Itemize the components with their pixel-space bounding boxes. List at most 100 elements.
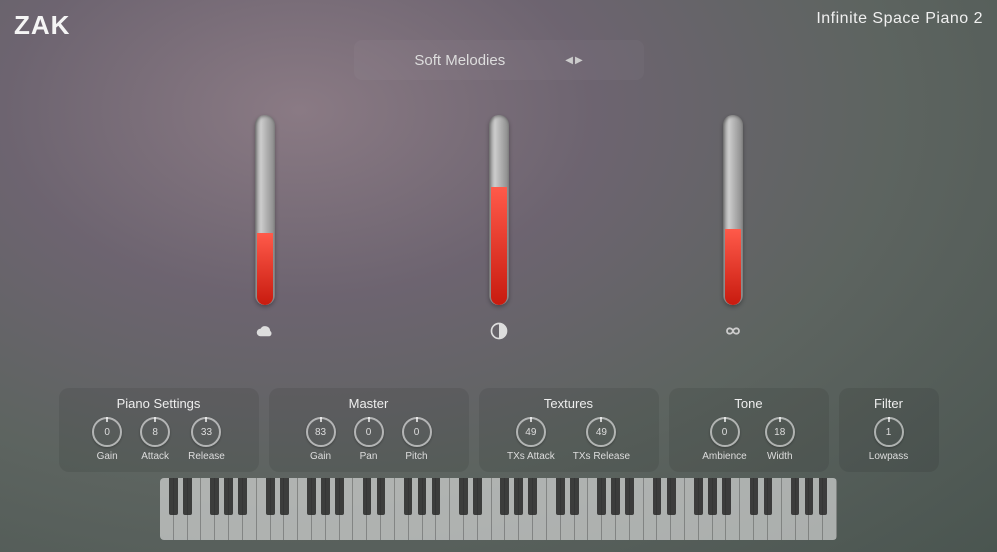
octave[interactable]	[547, 478, 644, 540]
white-key[interactable]	[381, 478, 395, 540]
white-key[interactable]	[519, 478, 533, 540]
knob-txs-release[interactable]: 49	[586, 417, 616, 447]
meter-slider-contrast[interactable]	[489, 115, 509, 305]
white-key[interactable]	[575, 478, 589, 540]
white-key[interactable]	[340, 478, 354, 540]
white-key[interactable]	[326, 478, 340, 540]
white-key[interactable]	[284, 478, 298, 540]
white-key[interactable]	[671, 478, 685, 540]
white-key[interactable]	[174, 478, 188, 540]
preset-name: Soft Melodies	[414, 52, 505, 69]
white-key[interactable]	[809, 478, 823, 540]
prev-preset-icon[interactable]: ◀	[565, 55, 573, 66]
white-key[interactable]	[533, 478, 547, 540]
knob-gain[interactable]: 0	[92, 417, 122, 447]
knob-label: Gain	[97, 451, 118, 462]
meter-fill	[257, 233, 273, 305]
knob-label: TXs Attack	[507, 451, 555, 462]
knob-width[interactable]: 18	[765, 417, 795, 447]
piano-keyboard[interactable]	[160, 478, 837, 540]
white-key[interactable]	[188, 478, 202, 540]
white-key[interactable]	[754, 478, 768, 540]
octave[interactable]	[257, 478, 354, 540]
white-key[interactable]	[602, 478, 616, 540]
knob-attack[interactable]: 8	[140, 417, 170, 447]
knob-label: Pitch	[405, 451, 427, 462]
octave[interactable]	[644, 478, 741, 540]
white-key[interactable]	[409, 478, 423, 540]
white-key[interactable]	[215, 478, 229, 540]
meter-infinity	[721, 115, 745, 343]
white-key[interactable]	[713, 478, 727, 540]
panel-title: Piano Settings	[117, 396, 201, 411]
next-preset-icon[interactable]: ▶	[575, 55, 583, 66]
white-key[interactable]	[740, 478, 754, 540]
white-key[interactable]	[616, 478, 630, 540]
white-key[interactable]	[768, 478, 782, 540]
white-key[interactable]	[436, 478, 450, 540]
white-key[interactable]	[353, 478, 367, 540]
white-key[interactable]	[782, 478, 796, 540]
white-key[interactable]	[644, 478, 658, 540]
white-key[interactable]	[657, 478, 671, 540]
product-title: Infinite Space Piano 2	[816, 10, 983, 28]
white-key[interactable]	[257, 478, 271, 540]
white-key[interactable]	[312, 478, 326, 540]
preset-selector[interactable]: Soft Melodies ◀ ▶	[354, 40, 644, 80]
white-key[interactable]	[464, 478, 478, 540]
knob-release[interactable]: 33	[191, 417, 221, 447]
panel-title: Filter	[874, 396, 903, 411]
meter-slider-infinity[interactable]	[723, 115, 743, 305]
control-panels: Piano Settings 0 Gain 8 Attack 33 Release M…	[40, 388, 957, 472]
white-key[interactable]	[271, 478, 285, 540]
knob-txs-attack[interactable]: 49	[516, 417, 546, 447]
white-key[interactable]	[726, 478, 740, 540]
white-key[interactable]	[796, 478, 810, 540]
white-key[interactable]	[561, 478, 575, 540]
panel-filter: Filter 1 Lowpass	[839, 388, 939, 472]
knob-label: Attack	[141, 451, 169, 462]
panel-title: Master	[349, 396, 389, 411]
contrast-icon	[487, 319, 511, 343]
knob-label: Width	[767, 451, 793, 462]
white-key[interactable]	[201, 478, 215, 540]
white-key[interactable]	[588, 478, 602, 540]
white-key[interactable]	[630, 478, 644, 540]
meter-row	[0, 115, 997, 343]
white-key[interactable]	[298, 478, 312, 540]
white-key[interactable]	[492, 478, 506, 540]
white-key[interactable]	[478, 478, 492, 540]
knob-lowpass[interactable]: 1	[874, 417, 904, 447]
panel-piano-settings: Piano Settings 0 Gain 8 Attack 33 Release	[59, 388, 259, 472]
meter-slider-cloud[interactable]	[255, 115, 275, 305]
white-key[interactable]	[160, 478, 174, 540]
white-key[interactable]	[243, 478, 257, 540]
white-key[interactable]	[367, 478, 381, 540]
panel-title: Textures	[544, 396, 593, 411]
octave[interactable]	[450, 478, 547, 540]
white-key[interactable]	[505, 478, 519, 540]
white-key[interactable]	[547, 478, 561, 540]
white-key[interactable]	[823, 478, 837, 540]
knob-label: Lowpass	[869, 451, 908, 462]
knob-label: Release	[188, 451, 225, 462]
knob-pitch[interactable]: 0	[402, 417, 432, 447]
white-key[interactable]	[699, 478, 713, 540]
white-key[interactable]	[423, 478, 437, 540]
panel-textures: Textures 49 TXs Attack 49 TXs Release	[479, 388, 659, 472]
panel-tone: Tone 0Ambience 18Width	[669, 388, 829, 472]
preset-nav-arrows[interactable]: ◀ ▶	[565, 55, 582, 66]
knob-pan[interactable]: 0	[354, 417, 384, 447]
knob-label: Ambience	[702, 451, 746, 462]
white-key[interactable]	[450, 478, 464, 540]
white-key[interactable]	[229, 478, 243, 540]
octave[interactable]	[740, 478, 837, 540]
meter-fill	[491, 187, 507, 305]
octave[interactable]	[160, 478, 257, 540]
knob-master-gain[interactable]: 83	[306, 417, 336, 447]
knob-label: TXs Release	[573, 451, 630, 462]
octave[interactable]	[353, 478, 450, 540]
knob-ambience[interactable]: 0	[710, 417, 740, 447]
white-key[interactable]	[395, 478, 409, 540]
white-key[interactable]	[685, 478, 699, 540]
